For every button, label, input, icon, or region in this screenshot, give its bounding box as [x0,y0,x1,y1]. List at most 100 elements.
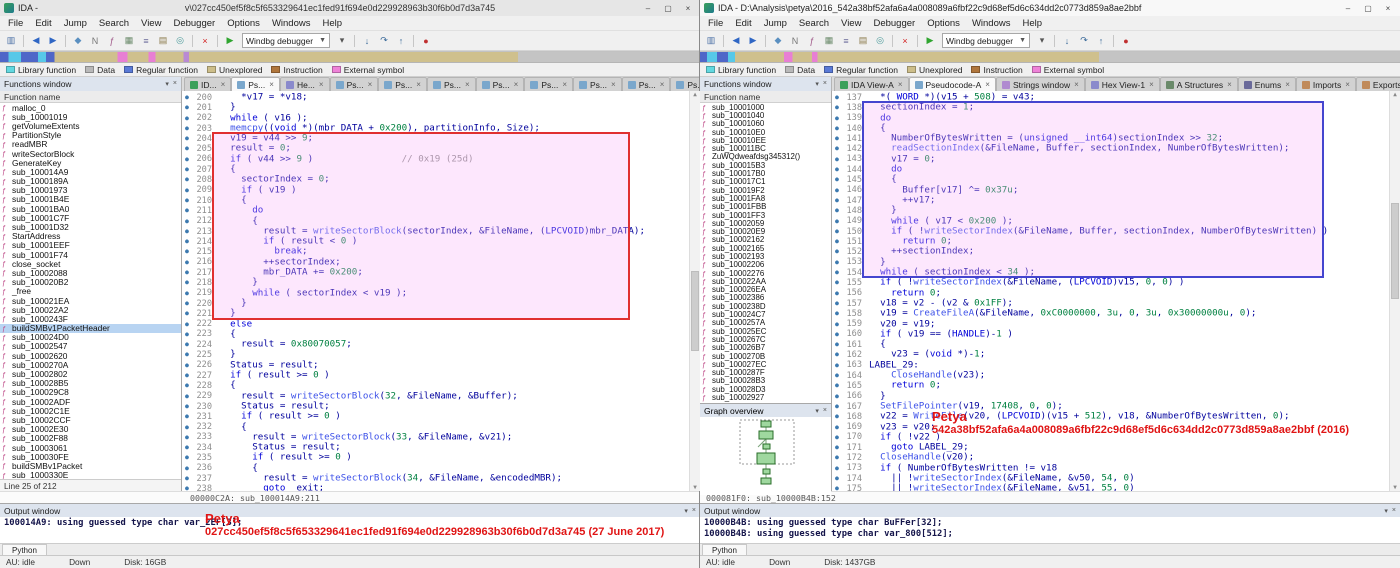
code-line[interactable]: ●230 Status = result; [182,401,700,411]
breakpoint-dot[interactable]: ● [832,123,842,133]
breakpoint-dot[interactable]: ● [832,154,842,164]
menu-windows[interactable]: Windows [966,18,1017,29]
breakpoint-dot[interactable]: ● [182,216,192,226]
breakpoint-dot[interactable]: ● [832,236,842,246]
code-line[interactable]: ●141 NumberOfBytesWritten = (unsigned __… [832,133,1400,143]
close-button[interactable]: × [678,1,698,15]
code-line[interactable]: ●231 if ( result >= 0 ) [182,411,700,421]
breakpoint-dot[interactable]: ● [832,102,842,112]
breakpoint-dot[interactable]: ● [832,473,842,483]
code-line[interactable]: ●175 || !writeSectorIndex(&FileName, &v5… [832,483,1400,491]
breakpoint-dot[interactable]: ● [182,308,192,318]
breakpoint-dot[interactable]: ● [182,102,192,112]
code-line[interactable]: ●166 } [832,391,1400,401]
code-line[interactable]: ●164 CloseHandle(v23); [832,370,1400,380]
scroll-down-icon[interactable]: ▼ [690,484,700,491]
forward-icon[interactable]: ▶ [45,33,61,49]
step-into-icon[interactable]: ↓ [359,33,375,49]
code-line[interactable]: ●200 *v17 = *v18; [182,92,700,102]
breakpoint-dot[interactable]: ● [832,370,842,380]
menu-windows[interactable]: Windows [266,18,317,29]
menu-jump[interactable]: Jump [58,18,93,29]
code-line[interactable]: ●168 v22 = WriteFile(v20, (LPCVOID)(v15 … [832,411,1400,421]
output-window-titlebar[interactable]: Output window ▾× [700,504,1400,517]
breakpoint-dot[interactable]: ● [182,195,192,205]
code-line[interactable]: ●160 if ( v19 == (HANDLE)-1 ) [832,329,1400,339]
breakpoint-dot[interactable]: ● [182,174,192,184]
code-line[interactable]: ●234 Status = result; [182,442,700,452]
dock-close-icon[interactable]: × [1392,507,1396,515]
minimize-button[interactable]: – [638,1,658,15]
code-line[interactable]: ●159 v20 = v19; [832,319,1400,329]
tab-ida-view-a[interactable]: IDA View-A× [834,77,909,91]
maximize-button[interactable]: ▢ [1358,1,1378,15]
menu-file[interactable]: File [2,18,29,29]
code-line[interactable]: ●172 CloseHandle(v20); [832,452,1400,462]
breakpoint-dot[interactable]: ● [832,452,842,462]
breakpoint-dot[interactable]: ● [182,473,192,483]
save-icon[interactable]: ▥ [3,33,19,49]
code-line[interactable]: ●206 if ( v44 >> 9 ) // 0x19 (25d) [182,154,700,164]
tab-close-icon[interactable]: × [319,80,324,89]
step-into-icon[interactable]: ↓ [1059,33,1075,49]
breakpoint-dot[interactable]: ● [832,411,842,421]
breakpoint-dot[interactable]: ● [182,277,192,287]
dock-menu-icon[interactable]: ▾ [165,80,169,88]
code-line[interactable]: ●144 do [832,164,1400,174]
code-line[interactable]: ●210 { [182,195,700,205]
breakpoint-dot[interactable]: ● [832,143,842,153]
code-line[interactable]: ●165 return 0; [832,380,1400,390]
tab-close-icon[interactable]: × [898,80,903,89]
code-line[interactable]: ●142 readSectionIndex(&FileName, Buffer,… [832,143,1400,153]
functions-icon[interactable]: ƒ [804,33,820,49]
breakpoints-icon[interactable]: ● [418,33,434,49]
dock-close-icon[interactable]: × [173,80,177,88]
menu-edit[interactable]: Edit [29,18,57,29]
scroll-up-icon[interactable]: ▲ [1390,91,1400,98]
code-line[interactable]: ●152 ++sectionIndex; [832,246,1400,256]
breakpoint-dot[interactable]: ● [182,483,192,491]
code-line[interactable]: ●147 ++v17; [832,195,1400,205]
tab-enums[interactable]: Enums× [1238,77,1296,91]
menu-jump[interactable]: Jump [758,18,793,29]
code-line[interactable]: ●139 do [832,113,1400,123]
scrollbar-thumb[interactable] [1391,203,1399,299]
breakpoint-dot[interactable]: ● [832,226,842,236]
breakpoints-icon[interactable]: ● [1118,33,1134,49]
tab-hex-view-1[interactable]: Hex View-1× [1085,77,1160,91]
breakpoint-dot[interactable]: ● [832,298,842,308]
tab-ps-[interactable]: Ps...× [524,77,573,91]
code-line[interactable]: ●228 { [182,380,700,390]
enums-icon[interactable]: ≡ [838,33,854,49]
code-line[interactable]: ●218 } [182,277,700,287]
jump-address-icon[interactable]: ◆ [70,33,86,49]
function-item[interactable]: ƒsub_1000330E [0,471,181,480]
breakpoint-dot[interactable]: ● [182,226,192,236]
dock-close-icon[interactable]: × [692,507,696,515]
cancel-icon[interactable]: × [197,33,213,49]
code-line[interactable]: ●229 result = writeSectorBlock(32, &File… [182,391,700,401]
menu-view[interactable]: View [135,18,167,29]
breakpoint-dot[interactable]: ● [182,452,192,462]
breakpoint-dot[interactable]: ● [182,298,192,308]
breakpoint-dot[interactable]: ● [832,288,842,298]
structures-icon[interactable]: ▦ [821,33,837,49]
code-line[interactable]: ●146 Buffer[v17] ^= 0x37u; [832,185,1400,195]
tab-exports[interactable]: Exports× [1356,77,1400,91]
pseudocode-view[interactable]: ●137 *(_WORD *)(v15 + 508) = v43;●138 se… [832,91,1400,491]
debugger-options-icon[interactable]: ▾ [334,33,350,49]
breakpoint-dot[interactable]: ● [832,133,842,143]
menu-view[interactable]: View [835,18,867,29]
code-line[interactable]: ●208 sectorIndex = 0; [182,174,700,184]
code-line[interactable]: ●212 { [182,216,700,226]
code-line[interactable]: ●161 { [832,339,1400,349]
breakpoint-dot[interactable]: ● [832,308,842,318]
tab-close-icon[interactable]: × [1149,80,1154,89]
titlebar[interactable]: IDA - v\027cc450ef5f8c5f653329641ec1fed9… [0,0,700,16]
code-line[interactable]: ●174 || !writeSectorIndex(&FileName, &v5… [832,473,1400,483]
names-icon[interactable]: N [87,33,103,49]
breakpoint-dot[interactable]: ● [182,339,192,349]
maximize-button[interactable]: ▢ [658,1,678,15]
breakpoint-dot[interactable]: ● [832,442,842,452]
pseudocode-view[interactable]: ●200 *v17 = *v18;●201 }●202 while ( v16 … [182,91,700,491]
